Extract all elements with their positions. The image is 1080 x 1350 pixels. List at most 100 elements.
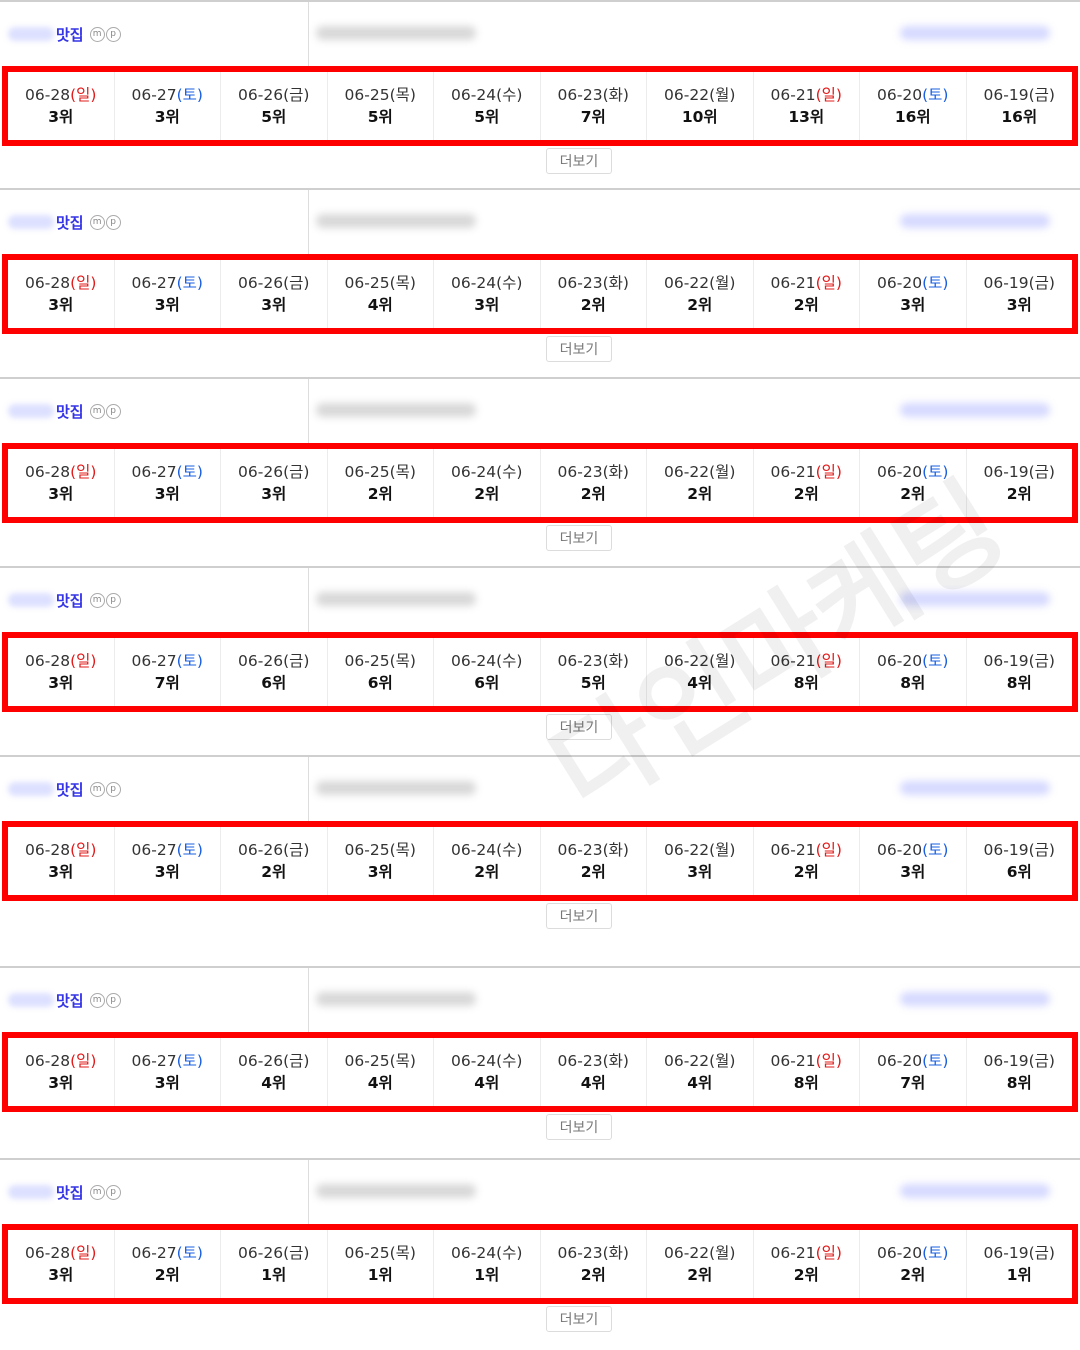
rank-cell: 06-26(금) 3위 bbox=[221, 449, 328, 517]
more-button[interactable]: 더보기 bbox=[546, 336, 612, 362]
keyword-title[interactable]: 맛집 mp bbox=[8, 24, 122, 44]
keyword-title[interactable]: 맛집 mp bbox=[8, 1182, 122, 1202]
weekday-label: (일) bbox=[70, 652, 97, 670]
date-label: 06-20(토) bbox=[877, 274, 949, 292]
p-icon[interactable]: p bbox=[105, 214, 121, 230]
blurred-store-name bbox=[316, 26, 476, 40]
rank-cell: 06-27(토) 2위 bbox=[115, 1230, 221, 1298]
p-icon[interactable]: p bbox=[105, 403, 121, 419]
m-icon[interactable]: m bbox=[89, 214, 105, 230]
date-label: 06-23(화) bbox=[557, 841, 629, 859]
rank-cell: 06-25(목) 5위 bbox=[328, 72, 434, 140]
weekday-label: (월) bbox=[709, 1052, 736, 1070]
blurred-link bbox=[900, 214, 1050, 228]
p-icon[interactable]: p bbox=[105, 992, 121, 1008]
m-icon[interactable]: m bbox=[89, 403, 105, 419]
weekday-label: (토) bbox=[922, 1244, 949, 1262]
date-label: 06-20(토) bbox=[877, 652, 949, 670]
rank-value: 3위 bbox=[261, 296, 287, 314]
weekday-label: (금) bbox=[283, 1244, 310, 1262]
rank-value: 4위 bbox=[580, 1074, 606, 1092]
rank-value: 3위 bbox=[154, 108, 180, 126]
p-icon[interactable]: p bbox=[105, 26, 121, 42]
keyword-title[interactable]: 맛집 mp bbox=[8, 401, 122, 421]
platform-badges: mp bbox=[89, 26, 122, 42]
weekday-label: (금) bbox=[1028, 463, 1055, 481]
blurred-place-name bbox=[8, 993, 54, 1007]
m-icon[interactable]: m bbox=[89, 781, 105, 797]
more-button[interactable]: 더보기 bbox=[546, 714, 612, 740]
weekday-label: (목) bbox=[389, 841, 416, 859]
date-label: 06-26(금) bbox=[238, 86, 310, 104]
weekday-label: (목) bbox=[389, 1052, 416, 1070]
rank-cell: 06-22(월) 2위 bbox=[647, 449, 754, 517]
rank-value: 3위 bbox=[48, 863, 74, 881]
rank-history-row: 06-28(일) 3위 06-27(토) 3위 06-26(금) 3위 06-2… bbox=[2, 443, 1078, 523]
weekday-label: (일) bbox=[70, 86, 97, 104]
p-icon[interactable]: p bbox=[105, 781, 121, 797]
more-button[interactable]: 더보기 bbox=[546, 525, 612, 551]
rank-cell: 06-20(토) 8위 bbox=[860, 638, 967, 706]
rank-value: 2위 bbox=[793, 485, 819, 503]
weekday-label: (토) bbox=[176, 463, 203, 481]
keyword-title[interactable]: 맛집 mp bbox=[8, 779, 122, 799]
date-label: 06-27(토) bbox=[131, 841, 203, 859]
keyword-title[interactable]: 맛집 mp bbox=[8, 212, 122, 232]
rank-value: 3위 bbox=[48, 1074, 74, 1092]
weekday-label: (금) bbox=[283, 652, 310, 670]
weekday-label: (수) bbox=[496, 1244, 523, 1262]
date-label: 06-27(토) bbox=[131, 463, 203, 481]
rank-value: 6위 bbox=[367, 674, 393, 692]
date-label: 06-24(수) bbox=[451, 841, 523, 859]
p-icon[interactable]: p bbox=[105, 592, 121, 608]
more-button[interactable]: 더보기 bbox=[546, 1114, 612, 1140]
rank-cell: 06-24(수) 2위 bbox=[434, 827, 541, 895]
divider bbox=[308, 568, 309, 632]
rank-value: 8위 bbox=[793, 1074, 819, 1092]
m-icon[interactable]: m bbox=[89, 592, 105, 608]
weekday-label: (금) bbox=[1028, 274, 1055, 292]
rank-value: 2위 bbox=[580, 863, 606, 881]
keyword-title[interactable]: 맛집 mp bbox=[8, 590, 122, 610]
rank-cell: 06-24(수) 2위 bbox=[434, 449, 541, 517]
blurred-store-name bbox=[316, 1184, 476, 1198]
rank-value: 2위 bbox=[474, 863, 500, 881]
weekday-label: (수) bbox=[496, 652, 523, 670]
rank-cell: 06-20(토) 2위 bbox=[860, 1230, 967, 1298]
date-label: 06-19(금) bbox=[983, 652, 1055, 670]
rank-cell: 06-19(금) 2위 bbox=[967, 449, 1073, 517]
rank-cell: 06-21(일) 13위 bbox=[754, 72, 860, 140]
rank-cell: 06-26(금) 2위 bbox=[221, 827, 328, 895]
rank-value: 8위 bbox=[1006, 674, 1032, 692]
date-label: 06-26(금) bbox=[238, 841, 310, 859]
weekday-label: (목) bbox=[389, 274, 416, 292]
weekday-label: (금) bbox=[1028, 1052, 1055, 1070]
date-label: 06-24(수) bbox=[451, 652, 523, 670]
rank-value: 3위 bbox=[900, 863, 926, 881]
m-icon[interactable]: m bbox=[89, 1184, 105, 1200]
keyword-header: 맛집 mp bbox=[0, 755, 1080, 821]
date-label: 06-21(일) bbox=[770, 841, 842, 859]
rank-cell: 06-26(금) 6위 bbox=[221, 638, 328, 706]
date-label: 06-24(수) bbox=[451, 1052, 523, 1070]
rank-value: 2위 bbox=[687, 296, 713, 314]
rank-value: 2위 bbox=[1006, 485, 1032, 503]
rank-cell: 06-22(월) 2위 bbox=[647, 1230, 754, 1298]
more-button[interactable]: 더보기 bbox=[546, 1306, 612, 1332]
keyword-text: 맛집 bbox=[56, 991, 84, 1010]
rank-cell: 06-28(일) 3위 bbox=[8, 1230, 115, 1298]
rank-value: 2위 bbox=[793, 863, 819, 881]
rank-cell: 06-19(금) 16위 bbox=[967, 72, 1073, 140]
divider bbox=[308, 2, 309, 66]
p-icon[interactable]: p bbox=[105, 1184, 121, 1200]
rank-value: 5위 bbox=[580, 674, 606, 692]
keyword-title[interactable]: 맛집 mp bbox=[8, 990, 122, 1010]
more-button[interactable]: 더보기 bbox=[546, 903, 612, 929]
weekday-label: (토) bbox=[176, 1244, 203, 1262]
m-icon[interactable]: m bbox=[89, 26, 105, 42]
more-button[interactable]: 더보기 bbox=[546, 148, 612, 174]
weekday-label: (일) bbox=[815, 841, 842, 859]
weekday-label: (수) bbox=[496, 463, 523, 481]
m-icon[interactable]: m bbox=[89, 992, 105, 1008]
rank-history-row: 06-28(일) 3위 06-27(토) 2위 06-26(금) 1위 06-2… bbox=[2, 1224, 1078, 1304]
